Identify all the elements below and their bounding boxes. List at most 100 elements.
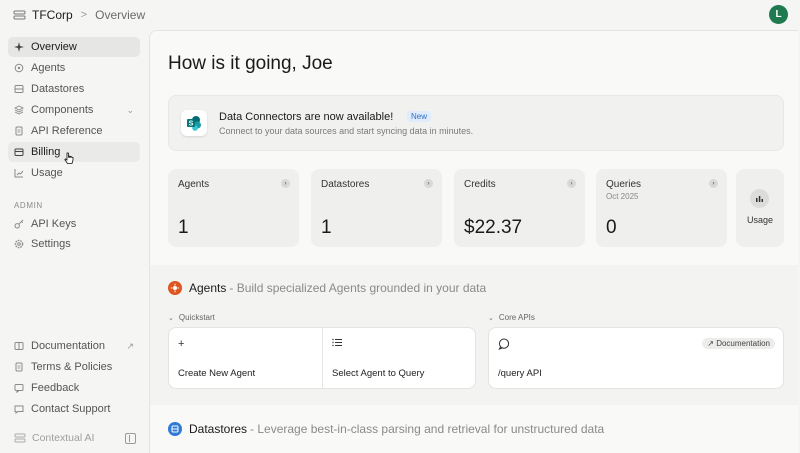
quickstart-label: Quickstart xyxy=(178,313,215,322)
sidebar-item-contact-support[interactable]: Contact Support xyxy=(8,399,140,419)
quickstart-cards: + Create New Agent Select Agent to Query xyxy=(168,327,476,389)
collapse-sidebar-icon[interactable] xyxy=(125,432,136,444)
core-api-cards: ↗ Documentation /query API xyxy=(488,327,784,389)
banner-subtitle: Connect to your data sources and start s… xyxy=(219,126,474,136)
documentation-badge[interactable]: ↗ Documentation xyxy=(702,338,775,349)
sidebar-item-label: Feedback xyxy=(31,382,80,394)
page-title: How is it going, Joe xyxy=(168,53,333,74)
chart-icon xyxy=(14,168,24,178)
org-logo-icon xyxy=(13,9,26,22)
svg-text:S: S xyxy=(189,121,194,128)
query-api-card[interactable]: ↗ Documentation /query API xyxy=(489,328,783,388)
stat-value: $22.37 xyxy=(464,217,523,238)
brand-footer: Contextual AI xyxy=(14,431,140,445)
query-api-label: /query API xyxy=(498,368,542,379)
pointer-cursor-icon xyxy=(64,152,74,164)
billing-icon xyxy=(14,147,24,157)
stat-card-agents[interactable]: Agents › 1 xyxy=(168,169,299,247)
stat-period: Oct 2025 xyxy=(606,192,639,201)
key-icon xyxy=(14,219,24,229)
sidebar-item-agents[interactable]: Agents xyxy=(8,58,140,78)
stat-label: Datastores xyxy=(321,179,370,190)
announcement-banner[interactable]: S Data Connectors are now available! New… xyxy=(168,95,784,151)
stat-card-queries[interactable]: Queries Oct 2025 › 0 xyxy=(596,169,727,247)
sidebar-item-settings[interactable]: Settings xyxy=(8,234,140,254)
sidebar-item-terms[interactable]: Terms & Policies xyxy=(8,357,140,377)
breadcrumb-separator: > xyxy=(80,9,88,21)
core-apis-label: Core APIs xyxy=(498,313,535,322)
main-panel: How is it going, Joe S Data Connectors a… xyxy=(149,30,798,453)
brand-logo-icon xyxy=(14,432,26,444)
external-link-icon: ↗ xyxy=(126,340,134,351)
book-icon xyxy=(14,341,24,351)
feedback-icon xyxy=(14,383,24,393)
sidebar-item-label: Datastores xyxy=(31,83,85,95)
quickstart-toggle[interactable]: ⌄ Quickstart xyxy=(168,313,215,322)
agents-section-title: Agents xyxy=(189,281,227,295)
sidebar-item-label: API Reference xyxy=(31,125,103,137)
sidebar-item-label: Usage xyxy=(31,167,63,179)
chevron-down-icon: ⌄ xyxy=(168,314,174,322)
plus-icon: + xyxy=(178,338,185,350)
sidebar-item-datastores[interactable]: Datastores xyxy=(8,79,140,99)
chat-icon xyxy=(14,404,24,414)
bar-chart-icon xyxy=(750,189,769,208)
gear-icon xyxy=(14,239,24,249)
usage-button[interactable]: Usage xyxy=(736,169,784,247)
stat-label: Credits xyxy=(464,179,496,190)
document-icon xyxy=(14,126,24,136)
sidebar-item-usage[interactable]: Usage xyxy=(8,163,140,183)
chevron-right-icon[interactable]: › xyxy=(567,179,576,188)
select-agent-card[interactable]: Select Agent to Query xyxy=(323,328,475,388)
chevron-down-icon[interactable]: ⌄ xyxy=(126,105,134,116)
agents-section-icon xyxy=(168,281,182,295)
agents-section-description: - Build specialized Agents grounded in y… xyxy=(229,281,487,295)
sidebar-item-label: Overview xyxy=(31,41,77,53)
stat-value: 0 xyxy=(606,217,617,238)
banner-title: Data Connectors are now available! xyxy=(219,111,394,123)
datastores-section-description: - Leverage best-in-class parsing and ret… xyxy=(250,422,605,436)
chevron-right-icon[interactable]: › xyxy=(424,179,433,188)
sidebar-item-billing[interactable]: Billing xyxy=(8,142,140,162)
database-icon xyxy=(14,84,24,94)
chevron-right-icon[interactable]: › xyxy=(281,179,290,188)
new-badge: New xyxy=(407,111,432,122)
sidebar: Overview Agents Datastores Components ⌄ … xyxy=(0,30,149,453)
sidebar-item-label: Contact Support xyxy=(31,403,111,415)
brand-name: Contextual AI xyxy=(32,432,95,444)
datastores-section-title: Datastores xyxy=(189,422,248,436)
stat-card-credits[interactable]: Credits › $22.37 xyxy=(454,169,585,247)
stat-label: Queries xyxy=(606,179,642,190)
user-avatar[interactable]: L xyxy=(769,5,788,24)
sidebar-item-label: Components xyxy=(31,104,94,116)
datastores-section-icon xyxy=(168,422,182,436)
create-agent-card[interactable]: + Create New Agent xyxy=(169,328,322,388)
sidebar-item-feedback[interactable]: Feedback xyxy=(8,378,140,398)
chat-bubble-icon xyxy=(498,338,510,353)
create-agent-label: Create New Agent xyxy=(178,368,256,379)
sharepoint-icon: S xyxy=(181,110,207,136)
sidebar-item-api-keys[interactable]: API Keys xyxy=(8,214,140,234)
sidebar-item-label: Terms & Policies xyxy=(31,361,113,373)
components-icon xyxy=(14,105,24,115)
sidebar-item-components[interactable]: Components ⌄ xyxy=(8,100,140,120)
sidebar-item-documentation[interactable]: Documentation ↗ xyxy=(8,336,140,356)
sidebar-item-overview[interactable]: Overview xyxy=(8,37,140,57)
sidebar-item-label: API Keys xyxy=(31,218,77,230)
top-bar: TFCorp > Overview L xyxy=(0,0,800,30)
file-icon xyxy=(14,362,24,372)
sidebar-item-label: Billing xyxy=(31,146,61,158)
agents-section-header: Agents - Build specialized Agents ground… xyxy=(168,281,486,295)
list-icon xyxy=(332,338,342,350)
stat-label: Agents xyxy=(178,179,210,190)
sidebar-item-label: Documentation xyxy=(31,340,105,352)
org-switcher[interactable]: TFCorp xyxy=(32,8,73,22)
chevron-right-icon[interactable]: › xyxy=(709,179,718,188)
core-apis-toggle[interactable]: ⌄ Core APIs xyxy=(488,313,535,322)
stat-card-datastores[interactable]: Datastores › 1 xyxy=(311,169,442,247)
sidebar-item-api-reference[interactable]: API Reference xyxy=(8,121,140,141)
sidebar-item-label: Settings xyxy=(31,238,71,250)
sidebar-item-label: Agents xyxy=(31,62,66,74)
stat-value: 1 xyxy=(178,217,189,238)
sparkle-icon xyxy=(14,42,24,52)
